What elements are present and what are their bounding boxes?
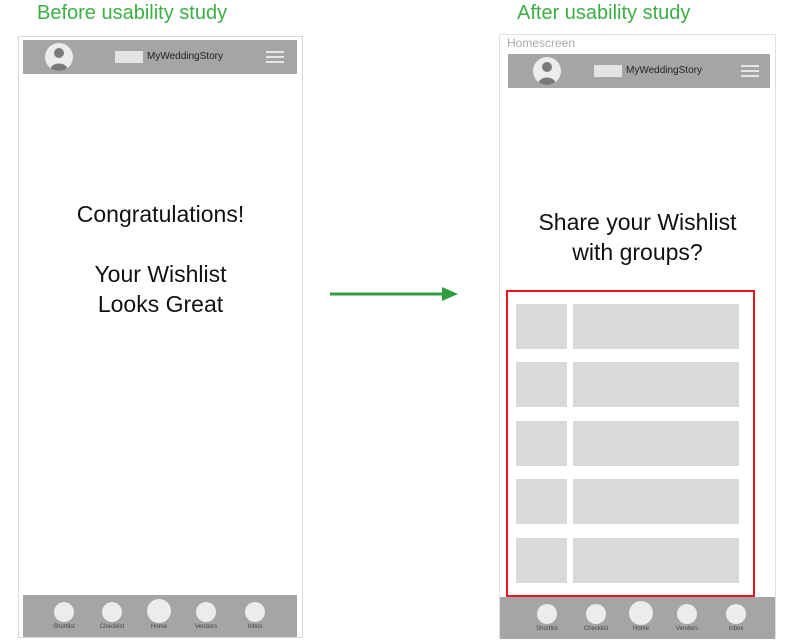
- nav-item-home[interactable]: Home: [618, 597, 664, 639]
- nav-item-inbox[interactable]: Inbox: [232, 595, 278, 637]
- group-row[interactable]: [516, 304, 741, 349]
- share-prompt-line: with groups?: [572, 239, 703, 265]
- nav-item-vendors[interactable]: Vendors: [664, 597, 710, 639]
- group-row[interactable]: [516, 362, 741, 407]
- nav-item-vendors[interactable]: Vendors: [183, 595, 229, 637]
- before-caption: Before usability study: [37, 2, 228, 24]
- checklist-icon: [102, 602, 122, 622]
- congratulations-text: Congratulations!: [76, 201, 245, 227]
- nav-item-shortlist[interactable]: Shortlist: [524, 597, 570, 639]
- checklist-icon: [586, 604, 606, 624]
- hamburger-menu-icon[interactable]: [741, 65, 759, 78]
- inbox-icon: [726, 604, 746, 624]
- hamburger-menu-icon[interactable]: [266, 51, 284, 64]
- group-thumbnail: [516, 538, 567, 583]
- header-bar: MyWeddingStory: [23, 40, 297, 74]
- group-thumbnail: [516, 479, 567, 524]
- vendors-icon: [677, 604, 697, 624]
- app-name: MyWeddingStory: [626, 65, 702, 76]
- group-name-placeholder: [573, 362, 739, 407]
- share-wishlist-prompt: Share your Wishlist with groups?: [500, 207, 775, 267]
- shortlist-icon: [537, 604, 557, 624]
- inbox-icon: [245, 602, 265, 622]
- group-row[interactable]: [516, 538, 741, 583]
- app-logo: [115, 51, 143, 63]
- group-row[interactable]: [516, 421, 741, 466]
- group-row[interactable]: [516, 479, 741, 524]
- wishlist-message-line: Looks Great: [97, 291, 224, 317]
- app-logo: [594, 65, 622, 77]
- nav-label: Home: [632, 626, 649, 632]
- group-name-placeholder: [573, 538, 739, 583]
- group-name-placeholder: [573, 421, 739, 466]
- after-caption: After usability study: [517, 2, 691, 24]
- header-bar: MyWeddingStory: [508, 54, 770, 88]
- nav-label: Checklist: [583, 626, 609, 632]
- nav-item-shortlist[interactable]: Shortlist: [41, 595, 87, 637]
- nav-label: Inbox: [247, 624, 263, 630]
- nav-label: Shortlist: [53, 624, 75, 630]
- group-list-highlight: [506, 290, 755, 597]
- before-phone-screen: MyWeddingStory Congratulations! Your Wis…: [18, 36, 303, 638]
- group-name-placeholder: [573, 479, 739, 524]
- wishlist-message-line: Your Wishlist: [94, 261, 227, 287]
- app-name: MyWeddingStory: [147, 51, 223, 62]
- user-avatar-icon[interactable]: [533, 57, 561, 85]
- right-arrow-icon: [330, 287, 458, 301]
- nav-item-checklist[interactable]: Checklist: [573, 597, 619, 639]
- group-name-placeholder: [573, 304, 739, 349]
- screen-label: Homescreen: [507, 36, 576, 50]
- group-thumbnail: [516, 304, 567, 349]
- group-thumbnail: [516, 421, 567, 466]
- share-prompt-line: Share your Wishlist: [538, 209, 737, 235]
- nav-item-checklist[interactable]: Checklist: [89, 595, 135, 637]
- nav-label: Inbox: [728, 626, 744, 632]
- bottom-nav: Shortlist Checklist Home Vendors Inbox: [23, 595, 297, 637]
- home-icon: [147, 599, 171, 623]
- bottom-nav: Shortlist Checklist Home Vendors Inbox: [500, 597, 775, 639]
- nav-label: Vendors: [675, 626, 699, 632]
- home-icon: [629, 601, 653, 625]
- group-thumbnail: [516, 362, 567, 407]
- wishlist-message: Your Wishlist Looks Great: [19, 259, 302, 319]
- nav-label: Checklist: [99, 624, 125, 630]
- nav-item-home[interactable]: Home: [136, 595, 182, 637]
- nav-item-inbox[interactable]: Inbox: [713, 597, 759, 639]
- nav-label: Vendors: [194, 624, 218, 630]
- nav-label: Shortlist: [536, 626, 558, 632]
- nav-label: Home: [150, 624, 167, 630]
- user-avatar-icon[interactable]: [45, 43, 73, 71]
- shortlist-icon: [54, 602, 74, 622]
- vendors-icon: [196, 602, 216, 622]
